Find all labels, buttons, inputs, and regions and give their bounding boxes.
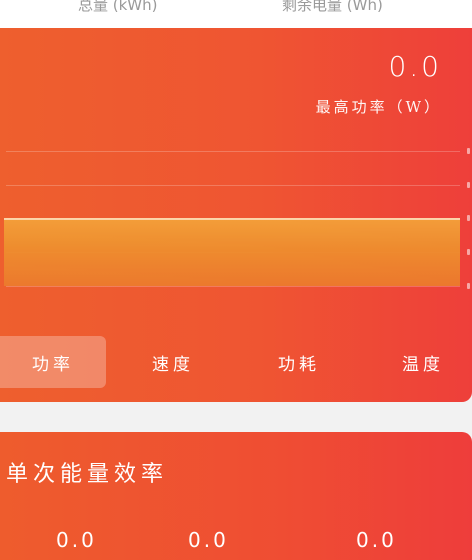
efficiency-value-1: 0.0 [56,528,97,552]
axis-tick [467,182,470,188]
tab-speed[interactable]: 速度 [120,336,226,388]
axis-tick [467,215,470,221]
efficiency-value-3: 0.0 [356,528,397,552]
axis-tick [467,283,470,289]
axis-tick [467,148,470,154]
peak-power-value: 0.0 [388,50,442,83]
power-area-fill [4,218,460,286]
peak-power-label: 最高功率（W） [315,98,442,116]
chart-gridline [6,151,460,152]
axis-tick [467,249,470,255]
chart-gridline [6,286,460,287]
remaining-energy-label: 剩余电量 (Wh) [282,0,383,14]
total-energy-label: 总量 (kWh) [78,0,158,14]
tab-power[interactable]: 功率 [0,336,106,388]
efficiency-title: 单次能量效率 [6,462,169,487]
efficiency-value-2: 0.0 [188,528,229,552]
power-chart-card: 0.0 最高功率（W） 功率 速度 功耗 温度 [0,28,472,402]
tab-consumption[interactable]: 功耗 [246,336,352,388]
metric-tabs: 功率 速度 功耗 温度 [0,336,472,388]
efficiency-card: 单次能量效率 0.0 0.0 0.0 [0,432,472,560]
top-summary-strip: 总量 (kWh) 剩余电量 (Wh) [0,0,472,28]
chart-gridline [6,185,460,186]
tab-temperature[interactable]: 温度 [370,336,472,388]
